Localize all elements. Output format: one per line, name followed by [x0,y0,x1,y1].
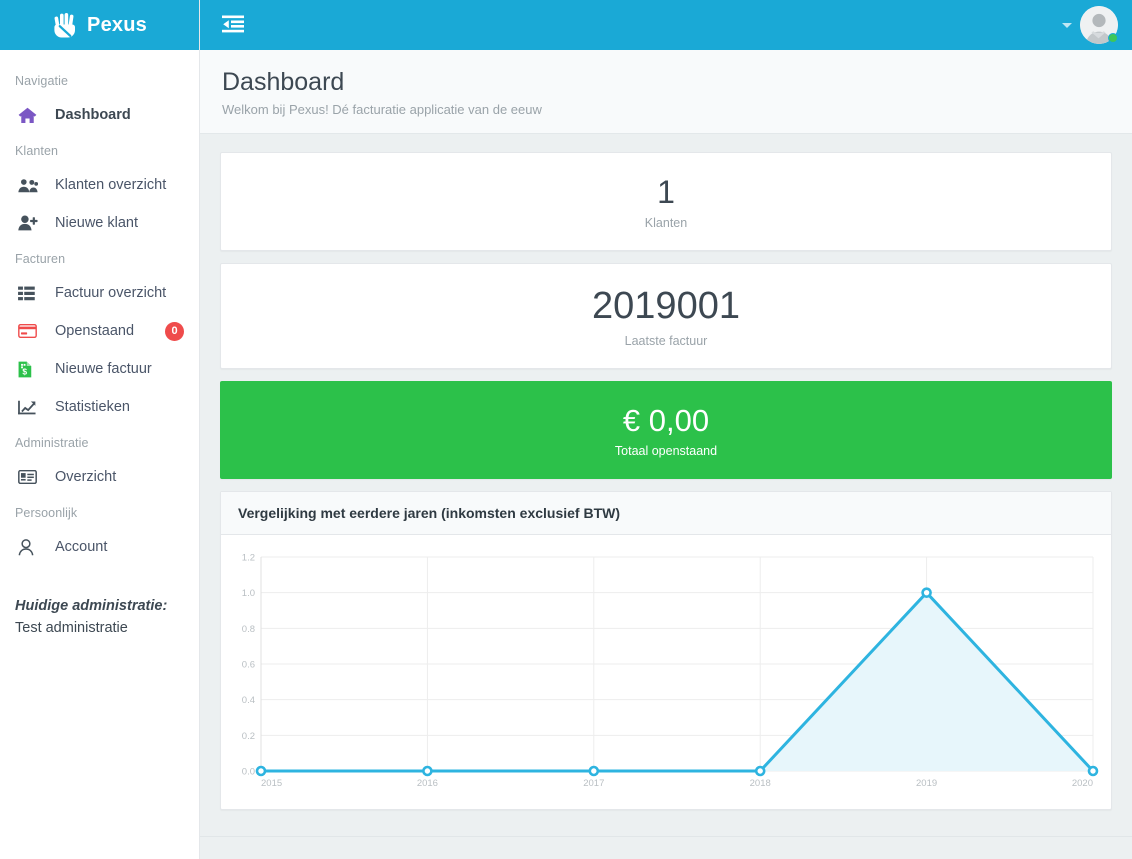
sidebar-group-heading: Navigatie [15,74,69,88]
chart-point-marker[interactable] [1087,765,1099,777]
chart-ytick-label: 0.0 [242,766,255,777]
chart-ytick-label: 1.2 [242,552,255,563]
chart-ytick-label: 0.8 [242,624,255,635]
stat-totaal-openstaand-label: Totaal openstaand [614,443,718,458]
chart-point-marker[interactable] [921,587,932,598]
sidebar-item-dashboard[interactable]: Dashboard [0,96,199,134]
dashboard-content: 1 Klanten 2019001 Laatste factuur € 0,00… [200,133,1132,859]
home-icon [18,105,42,125]
sidebar-group-heading: Facturen [15,252,66,266]
sidebar-item-account[interactable]: Account [0,528,199,566]
chart-point-marker[interactable] [588,765,600,777]
sidebar-item-klanten-overzicht[interactable]: Klanten overzicht [0,166,199,204]
brand-name: Pexus [87,13,147,36]
stat-totaal-openstaand-value: € 0,00 [622,402,710,438]
footer-divider [200,836,1132,837]
sidebar-item-badge: 0 [165,321,184,341]
brand-logo[interactable]: Pexus [0,0,199,50]
income-comparison-chart[interactable]: 0.0 0.2 0.4 0.6 0.8 1.0 1.2 2015 2016 2017 2018 201… [233,549,1099,799]
credit-card-icon [18,321,42,341]
status-online-indicator [1108,33,1118,43]
stat-klanten-value: 1 [657,173,675,210]
sidebar-item-overzicht[interactable]: Overzicht [0,458,199,496]
sidebar-item-label: Nieuwe klant [55,215,139,231]
chart-xtick-label: 2016 [417,778,438,789]
sidebar-item-openstaand[interactable]: Openstaand 0 [0,312,199,350]
chevron-down-icon[interactable] [1062,22,1072,28]
invoice-money-icon: $ [18,359,42,379]
sidebar-item-label: Statistieken [55,399,130,415]
chart-point-marker[interactable] [754,765,766,777]
sidebar-item-nieuwe-factuur[interactable]: $ Nieuwe factuur [0,350,199,388]
page-subtitle: Welkom bij Pexus! Dé facturatie applicat… [222,101,542,117]
sidebar-item-statistieken[interactable]: Statistieken [0,388,199,426]
sidebar-item-label: Openstaand [55,323,135,339]
sidebar: Pexus Navigatie Dashboard Klanten Klanten o… [0,0,200,859]
chart-xtick-label: 2020 [1072,778,1093,789]
main-area: Dashboard Welkom bij Pexus! Dé facturati… [200,0,1132,859]
chart-point-marker[interactable] [255,765,267,777]
chart-area-fill [261,592,1093,771]
sidebar-item-label: Account [55,539,108,555]
current-administration-value: Test administratie [15,619,128,636]
chart-ytick-label: 0.6 [242,659,255,670]
hand-paper-icon [52,11,78,39]
svg-text:$: $ [22,366,27,376]
list-icon [18,283,42,303]
app-root: Pexus Navigatie Dashboard Klanten Klanten o… [0,0,1132,859]
sidebar-group-heading: Klanten [15,144,59,158]
sidebar-nav: Navigatie Dashboard Klanten Klanten overzic… [0,50,199,566]
chart-ytick-label: 0.2 [242,731,255,742]
stat-card-laatste-factuur: 2019001 Laatste factuur [220,262,1112,369]
sidebar-item-factuur-overzicht[interactable]: Factuur overzicht [0,274,199,312]
sidebar-group-heading: Persoonlijk [15,506,78,520]
chart-panel-body: 0.0 0.2 0.4 0.6 0.8 1.0 1.2 2015 2016 2017 2018 201… [221,535,1111,809]
user-icon [18,537,42,557]
avatar[interactable] [1080,6,1118,44]
chart-ytick-label: 0.4 [242,695,255,706]
chart-xtick-label: 2015 [261,778,282,789]
chart-point-marker[interactable] [422,765,433,777]
sidebar-item-label: Klanten overzicht [55,177,167,193]
chart-xtick-label: 2018 [750,778,771,789]
user-plus-icon [18,213,42,233]
stat-card-totaal-openstaand: € 0,00 Totaal openstaand [220,380,1112,479]
topbar-user-menu[interactable] [1062,6,1118,44]
chart-ytick-label: 1.0 [242,588,255,599]
address-card-icon [18,467,42,487]
stat-laatste-factuur-label: Laatste factuur [624,333,708,348]
topbar [200,0,1132,50]
sidebar-group-heading: Administratie [15,436,89,450]
chart-xtick-label: 2017 [583,778,604,789]
sidebar-item-label: Nieuwe factuur [55,361,152,377]
sidebar-item-label: Overzicht [55,469,117,485]
sidebar-item-label: Dashboard [55,107,131,123]
chart-xtick-label: 2019 [916,778,937,789]
sidebar-item-label: Factuur overzicht [55,285,167,301]
page-title: Dashboard [222,68,345,96]
chart-line-icon [18,397,42,417]
stat-klanten-label: Klanten [644,215,688,230]
stat-card-klanten: 1 Klanten [220,151,1112,251]
chart-panel-title: Vergelijking met eerdere jaren (inkomste… [221,491,1111,535]
sidebar-collapse-icon[interactable] [222,15,244,35]
current-administration: Huidige administratie: Test administrati… [0,566,199,640]
users-icon [18,175,42,195]
current-administration-label: Huidige administratie: [15,598,168,614]
chart-panel: Vergelijking met eerdere jaren (inkomste… [220,490,1112,810]
stat-laatste-factuur-value: 2019001 [592,284,740,327]
page-header: Dashboard Welkom bij Pexus! Dé facturati… [200,50,1132,134]
sidebar-item-nieuwe-klant[interactable]: Nieuwe klant [0,204,199,242]
